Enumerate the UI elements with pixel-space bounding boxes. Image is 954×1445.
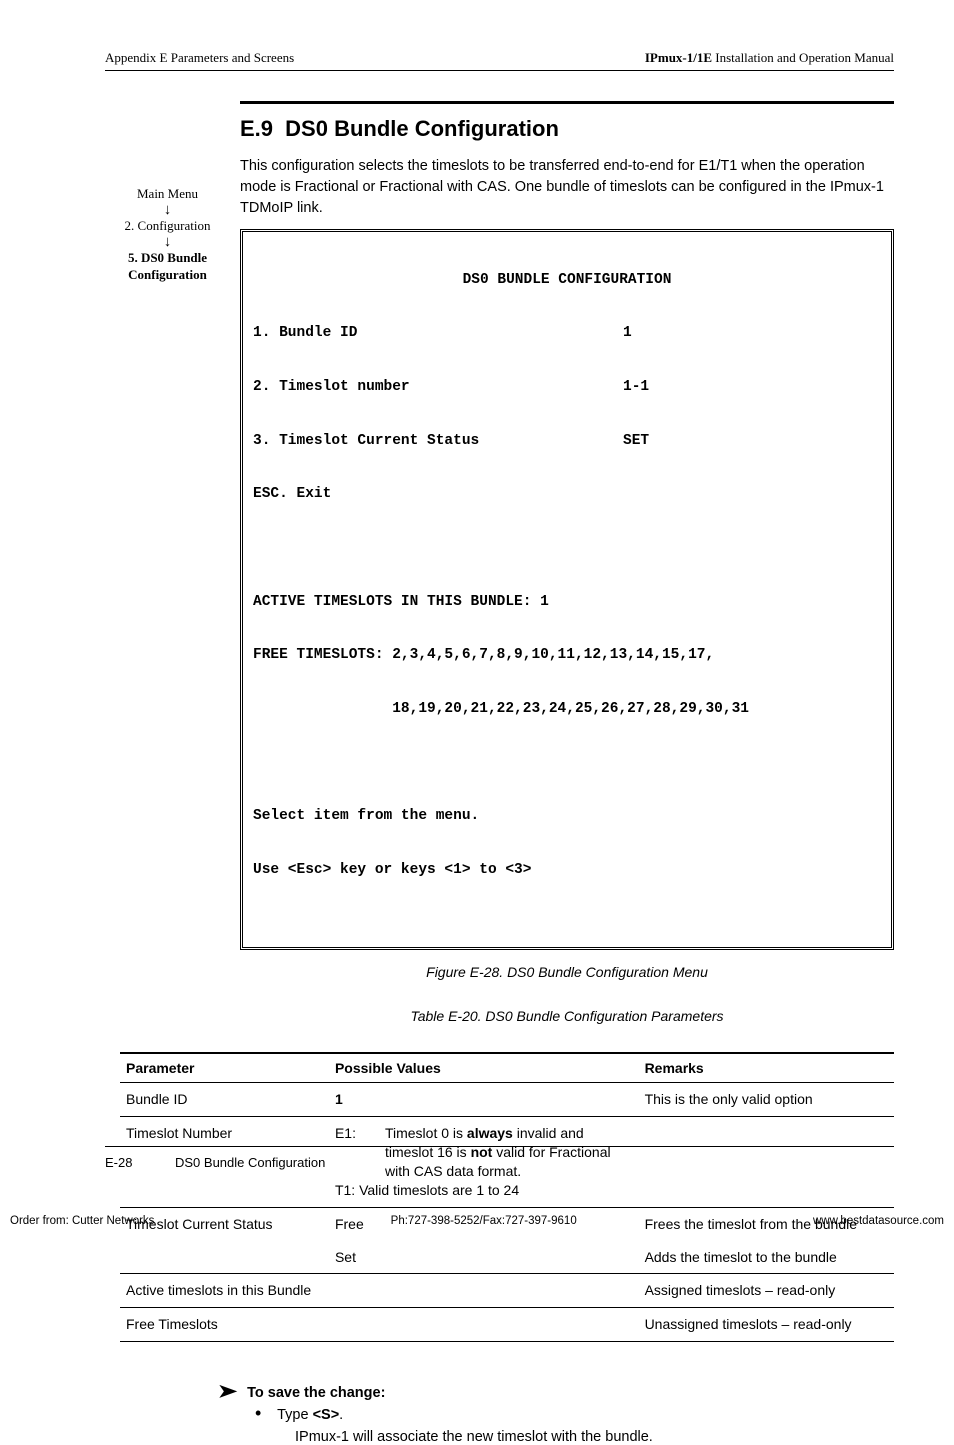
crumb-ds0-bundle-a: 5. DS0 Bundle <box>95 250 240 267</box>
order-footer: Order from: Cutter Networks Ph:727-398-5… <box>10 1215 944 1227</box>
terminal-use: Use <Esc> key or keys <1> to <3> <box>253 857 881 884</box>
order-from: Order from: Cutter Networks <box>10 1215 154 1227</box>
terminal-esc: ESC. Exit <box>253 481 881 508</box>
section-divider <box>240 101 894 104</box>
terminal-screen: DS0 BUNDLE CONFIGURATION 1. Bundle ID1 2… <box>240 229 894 950</box>
save-result: IPmux-1 will associate the new timeslot … <box>295 1429 894 1445</box>
terminal-row: 3. Timeslot Current StatusSET <box>253 428 881 455</box>
bullet-icon: • <box>255 1403 261 1423</box>
terminal-row: 2. Timeslot number1-1 <box>253 374 881 401</box>
order-phone: Ph:727-398-5252/Fax:727-397-9610 <box>391 1215 577 1227</box>
down-arrow-icon: ↓ <box>95 203 240 218</box>
down-arrow-icon: ↓ <box>95 235 240 250</box>
col-values: Possible Values <box>329 1053 639 1083</box>
col-remarks: Remarks <box>639 1053 894 1083</box>
parameters-table: Parameter Possible Values Remarks Bundle… <box>120 1052 894 1342</box>
order-url: www.bestdatasource.com <box>813 1215 944 1227</box>
page-number: E-28 <box>105 1155 175 1170</box>
footer-title: DS0 Bundle Configuration <box>175 1155 325 1170</box>
terminal-free2: 18,19,20,21,22,23,24,25,26,27,28,29,30,3… <box>253 696 881 723</box>
table-header-row: Parameter Possible Values Remarks <box>120 1053 894 1083</box>
crumb-configuration: 2. Configuration <box>95 218 240 235</box>
section-title: E.9 DS0 Bundle Configuration <box>240 116 894 142</box>
page-header: Appendix E Parameters and Screens IPmux-… <box>105 50 894 71</box>
col-parameter: Parameter <box>120 1053 329 1083</box>
bullet-type-s: • Type <S>. <box>255 1407 894 1423</box>
table-row: Set Adds the timeslot to the bundle <box>120 1241 894 1274</box>
terminal-row: 1. Bundle ID1 <box>253 320 881 347</box>
terminal-title: DS0 BUNDLE CONFIGURATION <box>253 267 881 294</box>
terminal-active: ACTIVE TIMESLOTS IN THIS BUNDLE: 1 <box>253 589 881 616</box>
crumb-ds0-bundle-b: Configuration <box>95 267 240 284</box>
terminal-free1: FREE TIMESLOTS: 2,3,4,5,6,7,8,9,10,11,12… <box>253 642 881 669</box>
table-row: Bundle ID 1 This is the only valid optio… <box>120 1083 894 1117</box>
terminal-select: Select item from the menu. <box>253 803 881 830</box>
header-right: IPmux-1/1E Installation and Operation Ma… <box>645 50 894 66</box>
table-row: Free Timeslots Unassigned timeslots – re… <box>120 1308 894 1342</box>
page-footer: E-28 DS0 Bundle Configuration <box>105 1146 894 1170</box>
crumb-main-menu: Main Menu <box>95 186 240 203</box>
figure-caption: Figure E-28. DS0 Bundle Configuration Me… <box>240 964 894 980</box>
section-intro: This configuration selects the timeslots… <box>240 156 894 219</box>
header-left: Appendix E Parameters and Screens <box>105 50 294 66</box>
save-instructions: ➤ To save the change: • Type <S>. IPmux-… <box>220 1382 894 1445</box>
arrowhead-icon: ➤ <box>218 1382 238 1400</box>
table-row: Active timeslots in this Bundle Assigned… <box>120 1274 894 1308</box>
table-caption: Table E-20. DS0 Bundle Configuration Par… <box>240 1008 894 1024</box>
